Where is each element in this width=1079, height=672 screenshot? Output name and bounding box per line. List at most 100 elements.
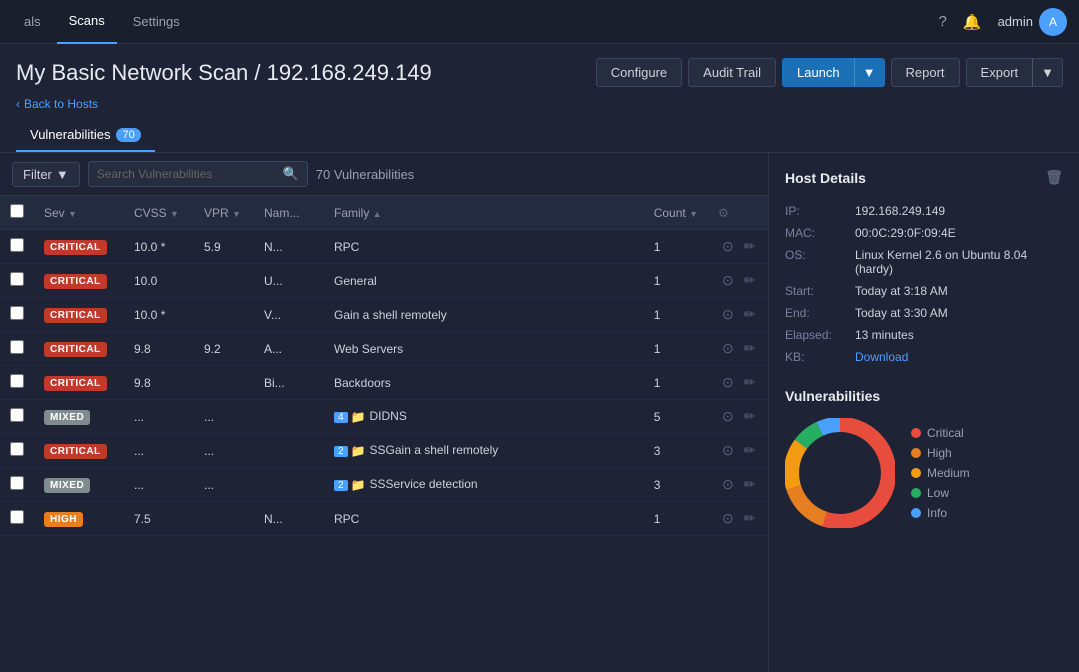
row-status-icon[interactable]: ⊙ <box>718 372 738 393</box>
th-name[interactable]: Nam... <box>254 196 324 230</box>
row-cvss: 10.0 <box>124 264 194 298</box>
row-count: 1 <box>644 366 708 400</box>
row-edit-icon[interactable]: ✏ <box>740 338 760 359</box>
row-cvss: ... <box>124 400 194 434</box>
row-edit-icon[interactable]: ✏ <box>740 236 760 257</box>
nav-item-settings[interactable]: Settings <box>121 0 192 44</box>
row-checkbox[interactable] <box>10 306 24 320</box>
topnav: als Scans Settings ? 🔔 admin A <box>0 0 1079 44</box>
legend-label: High <box>927 446 952 460</box>
gear-icon[interactable]: ⚙ <box>718 206 729 220</box>
search-input[interactable] <box>97 167 283 181</box>
row-checkbox[interactable] <box>10 408 24 422</box>
row-cvss: 10.0 * <box>124 298 194 332</box>
row-edit-icon[interactable]: ✏ <box>740 474 760 495</box>
user-menu[interactable]: admin A <box>998 8 1067 36</box>
table-row: CRITICAL 10.0 U... General 1 ⊙ ✏ <box>0 264 768 298</box>
row-vpr: ... <box>194 434 254 468</box>
row-sev: CRITICAL <box>34 332 124 366</box>
row-sev: HIGH <box>34 502 124 536</box>
host-details-label: Host Details <box>785 170 866 186</box>
trash-icon[interactable]: 🗑 <box>1045 169 1063 186</box>
legend-label: Info <box>927 506 947 520</box>
row-checkbox[interactable] <box>10 476 24 490</box>
row-vpr <box>194 502 254 536</box>
audit-trail-button[interactable]: Audit Trail <box>688 58 776 87</box>
configure-button[interactable]: Configure <box>596 58 682 87</box>
row-edit-icon[interactable]: ✏ <box>740 270 760 291</box>
row-edit-icon[interactable]: ✏ <box>740 304 760 325</box>
table-row: CRITICAL 9.8 9.2 A... Web Servers 1 ⊙ ✏ <box>0 332 768 366</box>
row-cvss: 7.5 <box>124 502 194 536</box>
row-status-icon[interactable]: ⊙ <box>718 406 738 427</box>
row-actions: ⊙ ✏ <box>708 332 768 365</box>
row-checkbox[interactable] <box>10 442 24 456</box>
row-status-icon[interactable]: ⊙ <box>718 474 738 495</box>
row-actions: ⊙ ✏ <box>708 468 768 501</box>
nav-item-scans[interactable]: Scans <box>57 0 117 44</box>
count-sort-icon: ▼ <box>689 209 698 219</box>
row-status-icon[interactable]: ⊙ <box>718 236 738 257</box>
row-checkbox-cell <box>0 366 34 400</box>
page-actions: Configure Audit Trail Launch ▼ Report Ex… <box>596 58 1063 87</box>
title-row: My Basic Network Scan / 192.168.249.149 … <box>16 58 1063 87</box>
detail-label: End: <box>785 302 855 324</box>
row-checkbox[interactable] <box>10 238 24 252</box>
legend-dot <box>911 488 921 498</box>
kb-download-link[interactable]: Download <box>855 350 908 364</box>
row-count: 3 <box>644 468 708 502</box>
th-vpr[interactable]: VPR ▼ <box>194 196 254 230</box>
row-status-icon[interactable]: ⊙ <box>718 440 738 461</box>
row-checkbox[interactable] <box>10 272 24 286</box>
nav-item-als[interactable]: als <box>12 0 53 44</box>
row-checkbox-cell <box>0 298 34 332</box>
export-dropdown-button[interactable]: ▼ <box>1032 58 1063 87</box>
row-actions: ⊙ ✏ <box>708 366 768 399</box>
th-family[interactable]: Family ▲ <box>324 196 644 230</box>
legend-dot <box>911 468 921 478</box>
th-sev[interactable]: Sev ▼ <box>34 196 124 230</box>
tab-vulnerabilities[interactable]: Vulnerabilities 70 <box>16 119 155 152</box>
vuln-section-title: Vulnerabilities <box>785 388 1063 404</box>
row-status-icon[interactable]: ⊙ <box>718 508 738 529</box>
filter-button[interactable]: Filter ▼ <box>12 162 80 187</box>
row-edit-icon[interactable]: ✏ <box>740 440 760 461</box>
th-checkbox <box>0 196 34 230</box>
report-button[interactable]: Report <box>891 58 960 87</box>
row-sev: CRITICAL <box>34 298 124 332</box>
detail-label: KB: <box>785 346 855 368</box>
th-count[interactable]: Count ▼ <box>644 196 708 230</box>
help-icon[interactable]: ? <box>939 13 947 30</box>
row-sev: CRITICAL <box>34 366 124 400</box>
row-edit-icon[interactable]: ✏ <box>740 508 760 529</box>
row-status-icon[interactable]: ⊙ <box>718 270 738 291</box>
th-cvss[interactable]: CVSS ▼ <box>124 196 194 230</box>
vuln-table-container: Sev ▼ CVSS ▼ VPR ▼ Nam... Family ▲ <box>0 196 768 672</box>
row-family: RPC <box>324 502 644 536</box>
th-actions: ⚙ <box>708 196 768 230</box>
row-edit-icon[interactable]: ✏ <box>740 406 760 427</box>
launch-button[interactable]: Launch <box>782 58 854 87</box>
row-checkbox-cell <box>0 400 34 434</box>
legend-item: Info <box>911 506 970 520</box>
export-button[interactable]: Export <box>966 58 1033 87</box>
sev-badge: CRITICAL <box>44 240 107 255</box>
row-status-icon[interactable]: ⊙ <box>718 338 738 359</box>
search-icon[interactable]: 🔍 <box>283 166 299 182</box>
detail-value-cell: 192.168.249.149 <box>855 200 1063 222</box>
row-checkbox[interactable] <box>10 340 24 354</box>
row-checkbox[interactable] <box>10 374 24 388</box>
row-status-icon[interactable]: ⊙ <box>718 304 738 325</box>
launch-dropdown-button[interactable]: ▼ <box>854 58 885 87</box>
back-to-hosts-link[interactable]: ‹ Back to Hosts <box>16 97 1063 111</box>
row-vpr: 9.2 <box>194 332 254 366</box>
detail-row: OS: Linux Kernel 2.6 on Ubuntu 8.04 (har… <box>785 244 1063 280</box>
row-name <box>254 434 324 468</box>
bell-icon[interactable]: 🔔 <box>963 13 982 31</box>
detail-value-cell: Today at 3:30 AM <box>855 302 1063 324</box>
row-edit-icon[interactable]: ✏ <box>740 372 760 393</box>
row-checkbox[interactable] <box>10 510 24 524</box>
select-all-checkbox[interactable] <box>10 204 24 218</box>
export-split-button: Export ▼ <box>966 58 1063 87</box>
row-checkbox-cell <box>0 502 34 536</box>
